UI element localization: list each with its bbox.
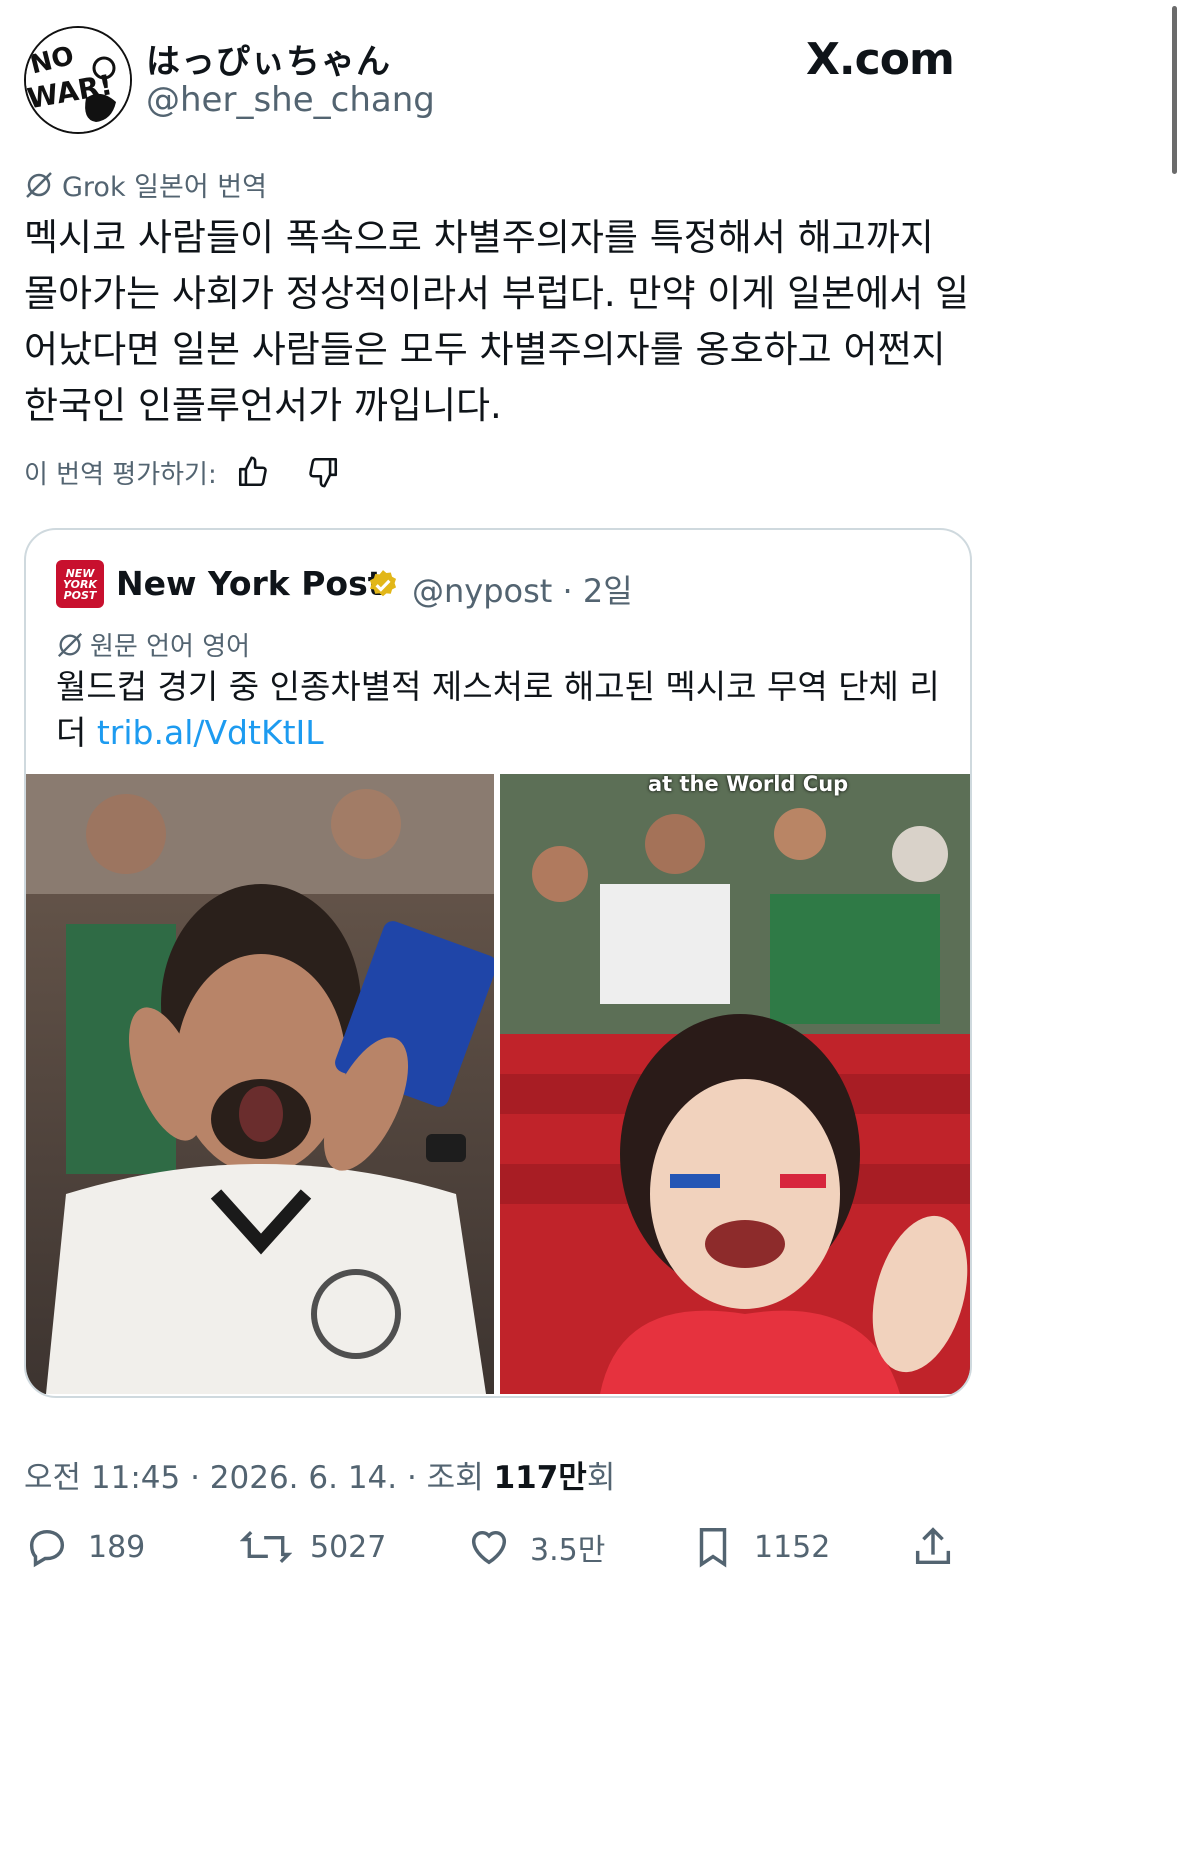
repost-icon bbox=[240, 1530, 292, 1564]
reply-count: 189 bbox=[88, 1529, 146, 1565]
share-button[interactable] bbox=[910, 1524, 956, 1570]
share-icon bbox=[915, 1527, 951, 1565]
grok-icon bbox=[26, 171, 52, 198]
reply-icon bbox=[29, 1529, 65, 1568]
repost-button[interactable]: 5027 bbox=[240, 1524, 386, 1570]
media-photo-left[interactable] bbox=[26, 774, 494, 1394]
avatar[interactable]: NO WAR! bbox=[24, 26, 132, 134]
bookmark-icon bbox=[699, 1528, 727, 1568]
rate-translation: 이 번역 평가하기: bbox=[24, 452, 343, 492]
quoted-handle-time[interactable]: @nypost · 2일 bbox=[412, 566, 633, 612]
nypost-logo-text: NEW YORK POST bbox=[63, 566, 97, 602]
heart-icon bbox=[471, 1530, 507, 1565]
translation-label: Grok 일본어 번역 bbox=[24, 165, 267, 204]
grok-icon bbox=[57, 632, 83, 657]
media-photo-right[interactable]: at the World Cup bbox=[500, 774, 970, 1394]
post-timestamp[interactable]: 오전 11:45 · 2026. 6. 14. · 조회 bbox=[24, 1460, 494, 1496]
quoted-link[interactable]: trib.al/VdtKtIL bbox=[97, 713, 324, 752]
bookmark-button[interactable]: 1152 bbox=[690, 1524, 830, 1570]
user-handle[interactable]: @her_she_chang bbox=[146, 80, 435, 120]
scrollbar[interactable] bbox=[1172, 6, 1177, 174]
original-language-label: 원문 언어 영어 bbox=[56, 626, 250, 663]
like-count: 3.5만 bbox=[530, 1533, 606, 1568]
verified-badge-icon bbox=[369, 570, 397, 597]
original-language-text: 원문 언어 영어 bbox=[90, 632, 251, 662]
quoted-post[interactable]: NEW YORK POST New York Post @nypost · 2일… bbox=[24, 528, 972, 1398]
photo-influencer-selfie bbox=[500, 774, 970, 1394]
reply-button[interactable]: 189 bbox=[24, 1524, 145, 1570]
photo-caption: at the World Cup bbox=[648, 774, 849, 796]
translation-label-text: Grok 일본어 번역 bbox=[62, 172, 267, 203]
display-name[interactable]: はっぴぃちゃん bbox=[146, 34, 391, 83]
post-meta: 오전 11:45 · 2026. 6. 14. · 조회 117만회 bbox=[24, 1452, 615, 1497]
like-button[interactable]: 3.5만 bbox=[466, 1524, 605, 1570]
action-bar: 189 5027 3.5만 1152 bbox=[0, 1524, 1178, 1584]
x-logo: X.com bbox=[806, 34, 955, 85]
repost-count: 5027 bbox=[310, 1529, 387, 1565]
photo-fan-gesture bbox=[26, 774, 494, 1394]
nypost-logo[interactable]: NEW YORK POST bbox=[56, 560, 104, 608]
view-count-suffix: 회 bbox=[586, 1460, 616, 1496]
rate-translation-label: 이 번역 평가하기: bbox=[24, 459, 217, 490]
post-body: 멕시코 사람들이 폭속으로 차별주의자를 특정해서 해고까지 몰아가는 사회가 … bbox=[24, 216, 970, 427]
thumbs-up-icon[interactable] bbox=[233, 452, 273, 492]
view-count: 117만 bbox=[493, 1460, 587, 1496]
thumbs-down-icon[interactable] bbox=[303, 452, 343, 492]
quoted-text: 월드컵 경기 중 인종차별적 제스처로 해고된 멕시코 무역 단체 리 더 tr… bbox=[56, 664, 946, 756]
avatar-no-war-illustration: NO WAR! bbox=[26, 28, 130, 132]
bookmark-count: 1152 bbox=[754, 1529, 831, 1565]
quoted-author-name[interactable]: New York Post bbox=[116, 564, 384, 603]
